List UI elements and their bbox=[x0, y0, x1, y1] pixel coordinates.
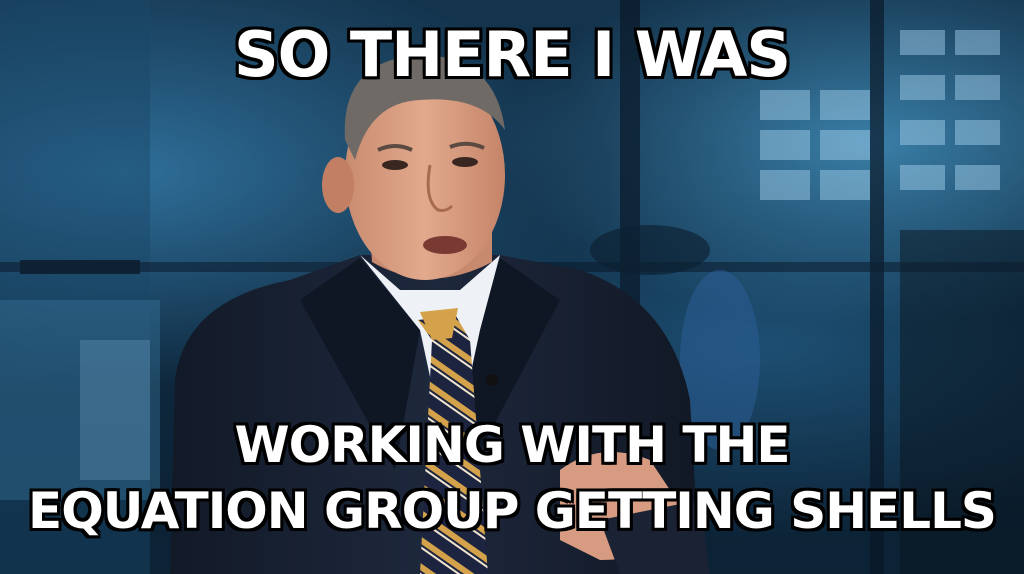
meme-top-caption: SO THERE I WAS bbox=[233, 17, 792, 92]
meme-image: SO THERE I WAS WORKING WITH THE EQUATION… bbox=[0, 0, 1024, 574]
meme-bottom-caption: WORKING WITH THE EQUATION GROUP GETTING … bbox=[0, 412, 1024, 544]
meme-bottom-caption-line-2: EQUATION GROUP GETTING SHELLS bbox=[27, 481, 998, 541]
meme-bottom-caption-line-1: WORKING WITH THE bbox=[233, 415, 791, 475]
